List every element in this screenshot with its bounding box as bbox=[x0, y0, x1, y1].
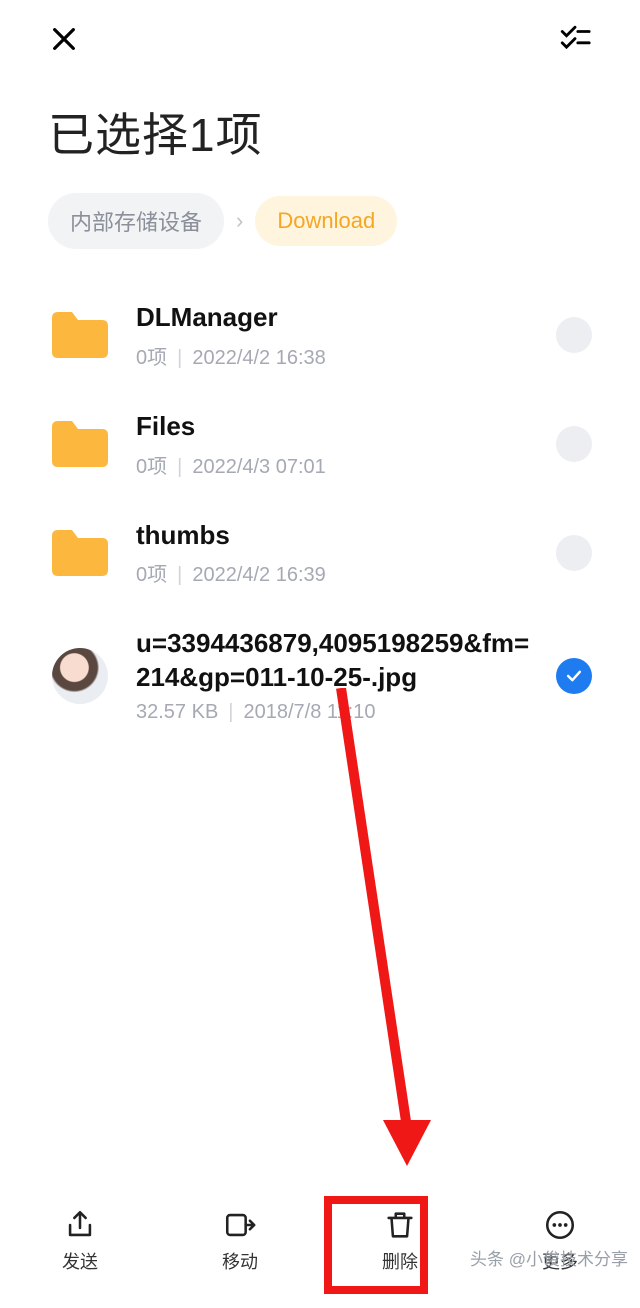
breadcrumb-current[interactable]: Download bbox=[255, 196, 397, 246]
file-list: DLManager 0项|2022/4/2 16:38 Files 0项|202… bbox=[0, 273, 640, 752]
item-meta: 0项|2022/4/3 07:01 bbox=[136, 450, 532, 479]
breadcrumb: 内部存储设备 › Download bbox=[0, 193, 640, 273]
item-meta: 0项|2022/4/2 16:38 bbox=[136, 341, 532, 370]
trash-icon bbox=[383, 1208, 417, 1242]
bottom-toolbar: 发送 移动 删除 更多 bbox=[0, 1188, 640, 1288]
select-all-icon[interactable] bbox=[558, 23, 592, 62]
watermark: 头条 @小俊技术分享 bbox=[470, 1245, 628, 1270]
breadcrumb-root[interactable]: 内部存储设备 bbox=[48, 193, 224, 249]
item-name: u=3394436879,4095198259&fm=214&gp=011-10… bbox=[136, 627, 532, 695]
image-thumbnail bbox=[48, 648, 112, 704]
list-item[interactable]: u=3394436879,4095198259&fm=214&gp=011-10… bbox=[0, 607, 640, 744]
folder-icon bbox=[48, 416, 112, 472]
chevron-right-icon: › bbox=[236, 208, 243, 234]
annotation-arrow bbox=[335, 688, 455, 1168]
page-title: 已选择1项 bbox=[0, 75, 640, 193]
delete-button[interactable]: 删除 bbox=[350, 1200, 450, 1282]
checkbox-checked[interactable] bbox=[556, 658, 592, 694]
item-name: Files bbox=[136, 410, 532, 444]
move-icon bbox=[223, 1208, 257, 1242]
folder-icon bbox=[48, 307, 112, 363]
close-button[interactable] bbox=[48, 20, 80, 65]
move-button[interactable]: 移动 bbox=[190, 1200, 290, 1282]
list-item[interactable]: thumbs 0项|2022/4/2 16:39 bbox=[0, 499, 640, 608]
item-meta: 0项|2022/4/2 16:39 bbox=[136, 558, 532, 587]
item-meta: 32.57 KB|2018/7/8 11:10 bbox=[136, 701, 532, 724]
folder-icon bbox=[48, 525, 112, 581]
more-icon bbox=[543, 1208, 577, 1242]
list-item[interactable]: DLManager 0项|2022/4/2 16:38 bbox=[0, 281, 640, 390]
list-item[interactable]: Files 0项|2022/4/3 07:01 bbox=[0, 390, 640, 499]
share-icon bbox=[63, 1208, 97, 1242]
item-name: thumbs bbox=[136, 519, 532, 553]
checkbox[interactable] bbox=[556, 317, 592, 353]
item-name: DLManager bbox=[136, 301, 532, 335]
checkbox[interactable] bbox=[556, 535, 592, 571]
send-button[interactable]: 发送 bbox=[30, 1200, 130, 1282]
checkbox[interactable] bbox=[556, 426, 592, 462]
